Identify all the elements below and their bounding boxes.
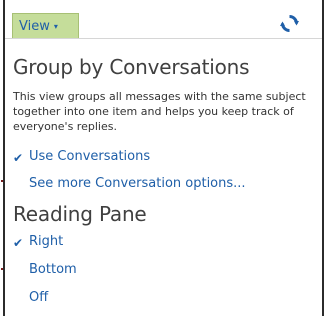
view-dropdown-menu: View ▾ Group by Conversations This view … [3, 0, 324, 316]
check-icon: ✔ [13, 151, 24, 165]
background-edge-mark [1, 268, 3, 270]
reading-pane-heading: Reading Pane [13, 202, 147, 226]
background-edge-mark [1, 180, 3, 182]
use-conversations-option[interactable]: Use Conversations [29, 149, 150, 164]
view-button-label: View [19, 18, 50, 34]
group-by-conversations-heading: Group by Conversations [13, 55, 250, 79]
toolbar: View ▾ [5, 0, 322, 39]
reading-pane-off-option[interactable]: Off [29, 290, 48, 305]
view-menu-button[interactable]: View ▾ [12, 13, 79, 38]
check-icon: ✔ [13, 236, 24, 250]
group-by-conversations-description: This view groups all messages with the s… [13, 90, 306, 133]
reading-pane-bottom-option[interactable]: Bottom [29, 262, 77, 277]
menu-panel: Group by Conversations This view groups … [5, 38, 322, 316]
chevron-down-icon: ▾ [53, 21, 58, 31]
reading-pane-right-option[interactable]: Right [29, 234, 63, 249]
refresh-icon[interactable] [280, 14, 299, 33]
see-more-conversation-options-link[interactable]: See more Conversation options... [29, 176, 246, 191]
